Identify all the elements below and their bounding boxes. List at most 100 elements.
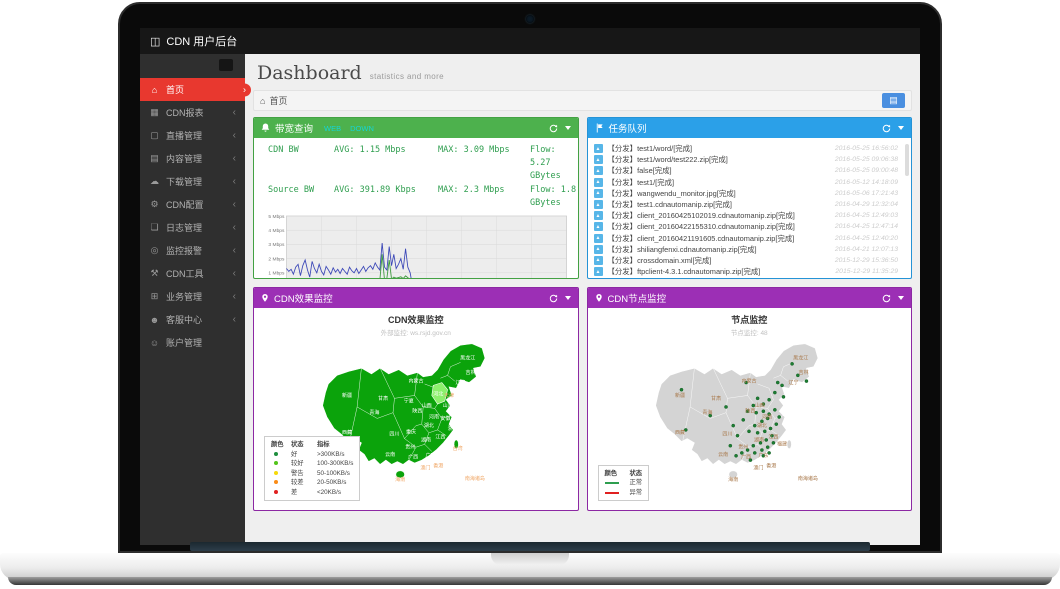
chevron-down-icon[interactable]: [565, 296, 571, 300]
task-list-body: ▲【分发】test1/word/[完成]2016-05-25 16:56:02▲…: [588, 138, 912, 278]
chevron-down-icon[interactable]: [898, 296, 904, 300]
gears-icon: ⚙: [149, 199, 160, 210]
chevron-down-icon[interactable]: [565, 126, 571, 130]
legend-color: [271, 488, 287, 497]
breadcrumb-home[interactable]: 首页: [269, 94, 287, 107]
task-panel-title: 任务队列: [609, 121, 647, 135]
legend-color: [271, 450, 287, 459]
screen: ◫ CDN 用户后台 ⌂首页›▦CDN报表‹▢直播管理‹ ▤ 内容管理 ‹ ☁下载管理‹…: [140, 28, 920, 545]
node-marker: [753, 424, 756, 427]
province-label: 贵州: [405, 444, 415, 451]
refresh-icon[interactable]: [882, 294, 891, 303]
task-row[interactable]: ▲【分发】test1/[完成]2016-05-12 14:18:09: [594, 177, 908, 188]
settings-button[interactable]: ▤: [882, 93, 905, 108]
task-text: 【分发】client_20160425102019.cdnautomanip.z…: [608, 210, 795, 221]
province-label: 内蒙古: [408, 378, 423, 385]
node-marker: [774, 391, 777, 394]
node-marker: [735, 454, 738, 457]
province-label: 山西: [422, 402, 432, 409]
sidebar-item-8[interactable]: ◎监控报警‹: [140, 239, 245, 262]
bell-icon: [261, 123, 270, 133]
task-row[interactable]: ▲【分发】test1/word/test222.zip[完成]2016-05-2…: [594, 154, 908, 165]
bandwidth-stats: CDN BWAVG: 1.15 MbpsMAX: 3.09 MbpsFlow: …: [254, 138, 578, 211]
sidebar-item-1[interactable]: ⌂首页›: [140, 78, 245, 101]
chevron-left-icon: ‹: [233, 130, 236, 141]
task-row[interactable]: ▲【分发】client_20160425102019.cdnautomanip.…: [594, 210, 908, 221]
upload-icon: ▲: [594, 245, 603, 254]
task-row[interactable]: ▲【分发】wangwendu_monitor.jpg[完成]2016-05-06…: [594, 188, 908, 199]
sidebar-item-10[interactable]: ⊞业务管理‹: [140, 285, 245, 308]
task-queue-panel: 任务队列 ▲【分发】test1/word/[完成]2016-05-25 16:5…: [587, 117, 913, 279]
task-row[interactable]: ▲【分发】client_20160421191605.cdnautomanip.…: [594, 233, 908, 244]
map-marker-icon: [261, 293, 269, 303]
task-row[interactable]: ▲【分发】test1.cdnautomanip.zip[完成]2016-04-2…: [594, 199, 908, 210]
task-row[interactable]: ▲【分发】client_20160422155310.cdnautomanip.…: [594, 221, 908, 232]
node-marker: [680, 388, 683, 391]
briefcase-icon: ▤: [149, 153, 160, 164]
task-row[interactable]: ▲【分发】false[完成]2016-05-25 09:00:48: [594, 165, 908, 176]
province-label: 宁夏: [404, 398, 414, 405]
sidebar-item-12[interactable]: ☺账户管理: [140, 331, 245, 354]
node-marker: [763, 430, 766, 433]
sidebar-item-11[interactable]: ☻客服中心‹: [140, 308, 245, 331]
upload-icon: ▲: [594, 144, 603, 153]
task-row[interactable]: ▲【分发】ftpclient-4.3.1.cdnautomanip.zip[完成…: [594, 266, 908, 277]
down-link[interactable]: DOWN: [350, 124, 374, 133]
top-navbar: ◫ CDN 用户后台: [140, 28, 920, 54]
sidebar-item-4[interactable]: ▤内容管理‹: [140, 147, 245, 170]
legend-color: [605, 478, 625, 487]
sidebar-item-5[interactable]: ☁下载管理‹: [140, 170, 245, 193]
task-scrollbar[interactable]: [905, 144, 909, 176]
color-dot: [274, 490, 278, 494]
sidebar-item-label: 客服中心: [166, 313, 202, 326]
cdn-nodes-panel: CDN节点监控 节点监控 节点监控: 48: [587, 287, 913, 511]
laptop-bezel: ◫ CDN 用户后台 ⌂首页›▦CDN报表‹▢直播管理‹ ▤ 内容管理 ‹ ☁下载管理‹…: [118, 2, 942, 553]
task-row[interactable]: ▲【分发】crossdomain.xml[完成]2015-12-29 15:36…: [594, 255, 908, 266]
province-label: 贵州: [738, 444, 748, 451]
province-label: 广西: [741, 454, 751, 461]
upload-icon: ▲: [594, 189, 603, 198]
refresh-icon[interactable]: [549, 124, 558, 133]
task-text: 【分发】client_20160421191605.cdnautomanip.z…: [608, 233, 795, 244]
task-time: 2016-04-21 12:07:13: [835, 246, 907, 253]
sidebar-item-6[interactable]: ⚙CDN配置‹: [140, 193, 245, 216]
legend-header: 颜色: [605, 469, 625, 478]
sidebar-item-label: 内容管理: [166, 152, 202, 165]
task-row[interactable]: ▲【分发】test1/word/[完成]2016-05-25 16:56:02: [594, 143, 908, 154]
color-line: [605, 482, 619, 484]
sidebar-item-9[interactable]: ⚒CDN工具‹: [140, 262, 245, 285]
legend-metric: <20KB/s: [317, 488, 353, 497]
task-text: 【分发】client_20160422155310.cdnautomanip.z…: [608, 221, 795, 232]
province-label: 河北: [433, 390, 443, 397]
globe-icon: ◎: [149, 245, 160, 256]
legend-color: [605, 488, 625, 497]
province-label: 吉林: [465, 369, 475, 376]
legend-color: [271, 478, 287, 487]
province-label: 河南: [762, 413, 772, 420]
sidebar-item-label: CDN工具: [166, 267, 204, 280]
refresh-icon[interactable]: [549, 294, 558, 303]
sidebar-toggle-button[interactable]: [219, 59, 233, 71]
laptop-base-edge: [8, 577, 1052, 585]
legend-status: 警告: [291, 469, 313, 478]
desktop-icon: ▢: [149, 130, 160, 141]
refresh-icon[interactable]: [882, 124, 891, 133]
svg-text:3 Mbps: 3 Mbps: [268, 242, 285, 248]
province-label: 陕西: [412, 408, 422, 415]
node-marker: [753, 451, 756, 454]
chevron-down-icon[interactable]: [898, 126, 904, 130]
task-row[interactable]: ▲【分发】shiliangfenxi.cdnautomanip.zip[完成]2…: [594, 244, 908, 255]
cloud-icon: ☁: [149, 176, 160, 187]
sidebar-item-3[interactable]: ▢直播管理‹: [140, 124, 245, 147]
province-label: 西藏: [342, 429, 352, 436]
task-time: 2016-05-06 17:21:43: [835, 190, 907, 197]
nodes-map-subtitle: 节点监控: 48: [588, 327, 912, 337]
sidebar-item-7[interactable]: ❏日志管理‹: [140, 216, 245, 239]
web-link[interactable]: WEB: [324, 124, 341, 133]
task-time: 2016-05-25 09:00:48: [835, 167, 907, 174]
taiwan-island: [787, 440, 791, 449]
laptop-notch: [491, 553, 569, 565]
sidebar-item-2[interactable]: ▦CDN报表‹: [140, 101, 245, 124]
app-title: CDN 用户后台: [166, 33, 237, 49]
chevron-left-icon: ‹: [233, 107, 236, 118]
